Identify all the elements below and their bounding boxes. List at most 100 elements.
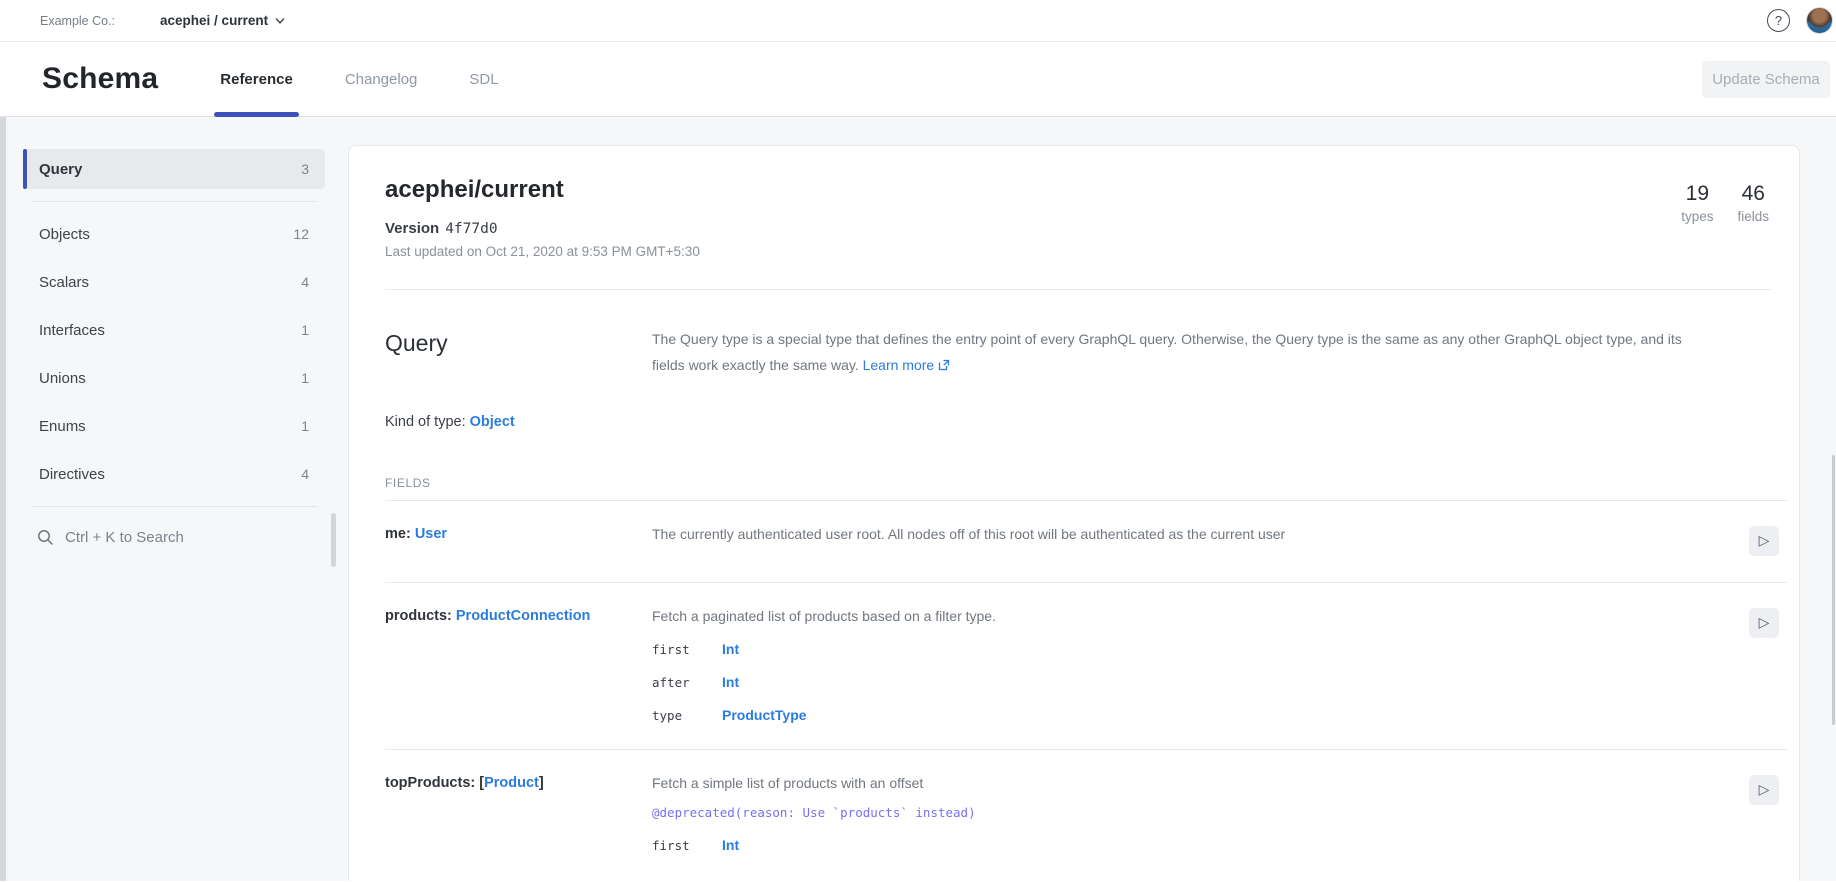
tab-reference[interactable]: Reference (220, 42, 293, 116)
stat-types: 19 types (1681, 182, 1713, 224)
chevron-down-icon (275, 16, 285, 26)
schema-nav-sidebar: Query 3 Objects 12 Scalars 4 Interfaces … (25, 149, 325, 546)
sidebar-item-label: Directives (39, 466, 105, 483)
kind-label: Kind of type: (385, 414, 470, 430)
search-input[interactable]: Ctrl + K to Search (25, 519, 325, 546)
version-line: Version 4f77d0 (385, 220, 1771, 237)
stat-label: fields (1737, 209, 1769, 224)
main-scrollbar-thumb[interactable] (1832, 455, 1835, 725)
arg-name: after (652, 675, 722, 690)
page-title: Schema (42, 62, 158, 96)
org-label: Example Co.: (40, 14, 115, 28)
field-name: products: ProductConnection (385, 608, 652, 723)
sidebar-item-count: 4 (301, 466, 309, 482)
arg-row: after Int (652, 674, 1743, 690)
field-type-link[interactable]: ProductConnection (456, 608, 591, 624)
stat-fields: 46 fields (1737, 182, 1769, 224)
field-description: The currently authenticated user root. A… (652, 526, 1743, 556)
arg-type-link[interactable]: Int (722, 674, 739, 690)
run-query-button[interactable]: ▷ (1749, 608, 1779, 638)
arg-type-link[interactable]: ProductType (722, 707, 807, 723)
page-header: Schema Reference Changelog SDL Update Sc… (0, 42, 1836, 117)
run-query-button[interactable]: ▷ (1749, 526, 1779, 556)
sidebar-item-count: 1 (301, 418, 309, 434)
sidebar-item-interfaces[interactable]: Interfaces 1 (25, 310, 325, 350)
tab-sdl[interactable]: SDL (469, 42, 498, 116)
sidebar-item-label: Interfaces (39, 322, 105, 339)
arg-row: type ProductType (652, 707, 1743, 723)
sidebar-item-query[interactable]: Query 3 (25, 149, 325, 189)
graph-title: acephei/current (385, 176, 1771, 204)
run-query-button[interactable]: ▷ (1749, 775, 1779, 805)
top-bar: Example Co.: acephei / current ? (0, 0, 1836, 42)
version-value: 4f77d0 (445, 221, 497, 237)
graph-selector-dropdown[interactable]: acephei / current (160, 13, 285, 28)
sidebar-item-scalars[interactable]: Scalars 4 (25, 262, 325, 302)
sidebar-item-count: 4 (301, 274, 309, 290)
arg-name: first (652, 838, 722, 853)
left-scrollbar[interactable] (0, 117, 6, 881)
field-args: first Int (652, 837, 1743, 853)
stat-label: types (1681, 209, 1713, 224)
graph-summary: acephei/current Version 4f77d0 Last updat… (349, 146, 1799, 290)
type-description-text: The Query type is a special type that de… (652, 331, 1682, 373)
field-args: first Int after Int type ProductType (652, 641, 1743, 723)
sidebar-item-label: Scalars (39, 274, 89, 291)
sidebar-item-label: Objects (39, 226, 90, 243)
field-type-link[interactable]: User (415, 526, 447, 542)
tab-changelog[interactable]: Changelog (345, 42, 418, 116)
search-icon (37, 529, 54, 546)
sidebar-item-count: 1 (301, 370, 309, 386)
field-description: Fetch a paginated list of products based… (652, 608, 1743, 624)
arg-row: first Int (652, 837, 1743, 853)
sidebar-item-count: 3 (301, 161, 309, 177)
field-name-text: products: (385, 608, 456, 624)
last-updated: Last updated on Oct 21, 2020 at 9:53 PM … (385, 244, 1771, 259)
graph-selector-label: acephei / current (160, 13, 268, 28)
sidebar-divider (33, 506, 317, 507)
divider (385, 289, 1771, 290)
sidebar-item-label: Enums (39, 418, 86, 435)
deprecated-annotation: @deprecated(reason: Use `products` inste… (652, 805, 1743, 820)
field-row-products: products: ProductConnection Fetch a pagi… (385, 583, 1787, 750)
stat-value: 19 (1681, 182, 1713, 206)
arg-name: first (652, 642, 722, 657)
schema-stats: 19 types 46 fields (1681, 182, 1769, 224)
help-icon[interactable]: ? (1767, 9, 1790, 32)
field-name: me: User (385, 526, 652, 556)
header-tabs: Reference Changelog SDL (220, 42, 498, 116)
field-name-text: topProducts: (385, 775, 479, 791)
arg-row: first Int (652, 641, 1743, 657)
sidebar-item-count: 12 (293, 226, 309, 242)
sidebar-item-count: 1 (301, 322, 309, 338)
content-area: Query 3 Objects 12 Scalars 4 Interfaces … (0, 117, 1836, 881)
learn-more-link[interactable]: Learn more (863, 357, 935, 373)
field-name-text: me: (385, 526, 415, 542)
type-description: The Query type is a special type that de… (652, 326, 1743, 378)
user-avatar[interactable] (1806, 7, 1833, 34)
fields-section-label: FIELDS (385, 476, 1787, 490)
sidebar-item-objects[interactable]: Objects 12 (25, 214, 325, 254)
external-link-icon (938, 359, 950, 371)
sidebar-item-unions[interactable]: Unions 1 (25, 358, 325, 398)
sidebar-item-label: Unions (39, 370, 86, 387)
sidebar-scrollbar-thumb[interactable] (331, 513, 336, 567)
arg-type-link[interactable]: Int (722, 837, 739, 853)
sidebar-divider (33, 201, 317, 202)
field-type-link[interactable]: Product (484, 775, 539, 791)
sidebar-item-enums[interactable]: Enums 1 (25, 406, 325, 446)
sidebar-item-directives[interactable]: Directives 4 (25, 454, 325, 494)
version-label: Version (385, 220, 439, 237)
field-row-me: me: User The currently authenticated use… (385, 501, 1787, 583)
update-schema-button[interactable]: Update Schema (1702, 61, 1830, 98)
sidebar-item-label: Query (39, 161, 82, 178)
stat-value: 46 (1737, 182, 1769, 206)
kind-of-type: Kind of type: Object (385, 414, 1787, 430)
field-description: Fetch a simple list of products with an … (652, 775, 1743, 791)
arg-type-link[interactable]: Int (722, 641, 739, 657)
type-name: Query (385, 330, 652, 378)
arg-name: type (652, 708, 722, 723)
schema-reference-card: acephei/current Version 4f77d0 Last updat… (348, 145, 1800, 881)
field-name: topProducts: [Product] (385, 775, 652, 853)
kind-value-link[interactable]: Object (470, 414, 515, 430)
